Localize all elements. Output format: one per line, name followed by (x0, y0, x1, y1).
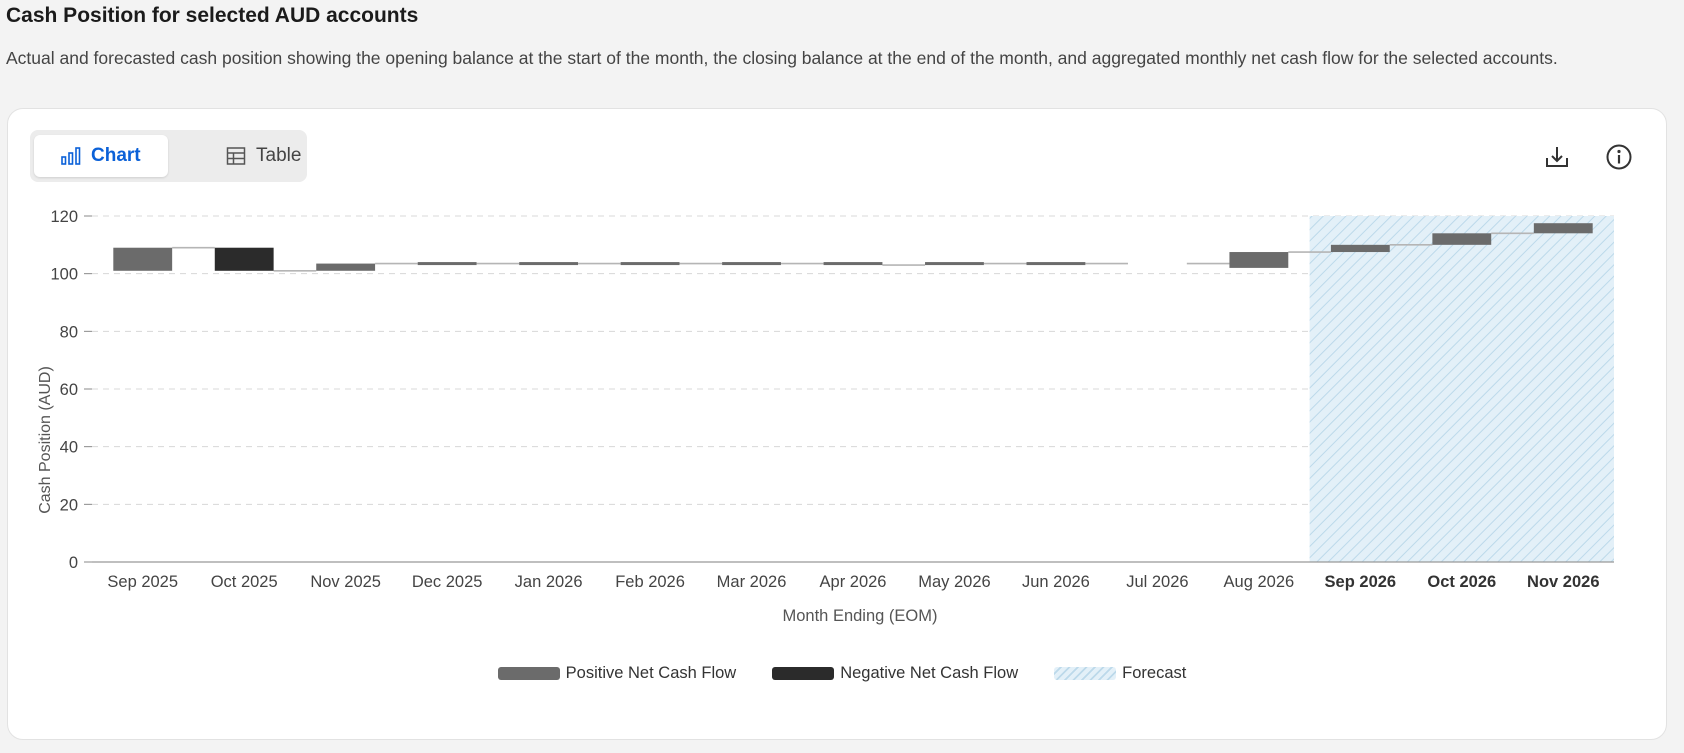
x-tick-label: Mar 2026 (717, 573, 787, 591)
x-tick-label: Aug 2026 (1224, 573, 1295, 591)
bar-negative (214, 247, 274, 271)
y-tick-label: 40 (60, 439, 78, 457)
x-tick-label: Sep 2025 (107, 573, 178, 591)
y-tick-label: 100 (50, 266, 78, 284)
x-axis-title: Month Ending (EOM) (783, 607, 938, 625)
x-tick-label: Jun 2026 (1022, 573, 1090, 591)
page: Cash Position for selected AUD accounts … (0, 0, 1684, 753)
x-tick-label: May 2026 (918, 573, 990, 591)
bar-flat (823, 262, 883, 266)
legend-label-negative: Negative Net Cash Flow (840, 664, 1019, 682)
legend-item-negative[interactable]: Negative Net Cash Flow (772, 664, 1018, 683)
bar-flat (1026, 262, 1086, 266)
bar-flat (620, 262, 680, 266)
x-tick-label: Jan 2026 (515, 573, 583, 591)
y-tick-label: 0 (69, 554, 78, 572)
legend-label-forecast: Forecast (1122, 664, 1187, 682)
legend-item-positive[interactable]: Positive Net Cash Flow (497, 664, 737, 683)
x-tick-label: Oct 2025 (211, 573, 278, 591)
y-tick-label: 60 (60, 381, 78, 399)
cash-position-chart: 0 20 40 60 80 100 120 Sep 2025 Oct 2025 Nov 2025 D… (37, 208, 1614, 625)
bar-positive (1330, 244, 1390, 253)
x-tick-label: Nov 2025 (310, 573, 381, 591)
bar-positive (1533, 223, 1593, 234)
bar-flat (417, 262, 477, 266)
bar-positive (316, 263, 376, 271)
bar-flat (925, 262, 984, 266)
bar-positive (1229, 252, 1289, 268)
legend-swatch-forecast (1054, 667, 1117, 680)
chart-legend: Positive Net Cash Flow Negative Net Cash… (0, 664, 1684, 683)
legend-label-positive: Positive Net Cash Flow (565, 664, 737, 682)
y-tick-label: 120 (50, 208, 78, 226)
x-tick-label: Sep 2026 (1325, 573, 1397, 591)
y-axis-title: Cash Position (AUD) (37, 366, 54, 514)
x-tick-label: Oct 2026 (1427, 573, 1496, 591)
x-tick-label: Apr 2026 (820, 573, 887, 591)
x-tick-label: Dec 2025 (412, 573, 483, 591)
legend-swatch-negative (772, 667, 835, 680)
bar-flat (519, 262, 579, 266)
bar-positive (1432, 233, 1492, 245)
forecast-region (1309, 216, 1614, 562)
bar-flat (722, 262, 781, 266)
y-tick-label: 20 (60, 496, 78, 514)
y-tick-label: 80 (60, 323, 78, 341)
x-tick-label: Nov 2026 (1527, 573, 1599, 591)
x-tick-label: Feb 2026 (615, 573, 685, 591)
x-tick-label: Jul 2026 (1126, 573, 1188, 591)
bar-positive (113, 247, 173, 271)
legend-swatch-positive (497, 667, 560, 680)
legend-item-forecast[interactable]: Forecast (1054, 664, 1186, 683)
